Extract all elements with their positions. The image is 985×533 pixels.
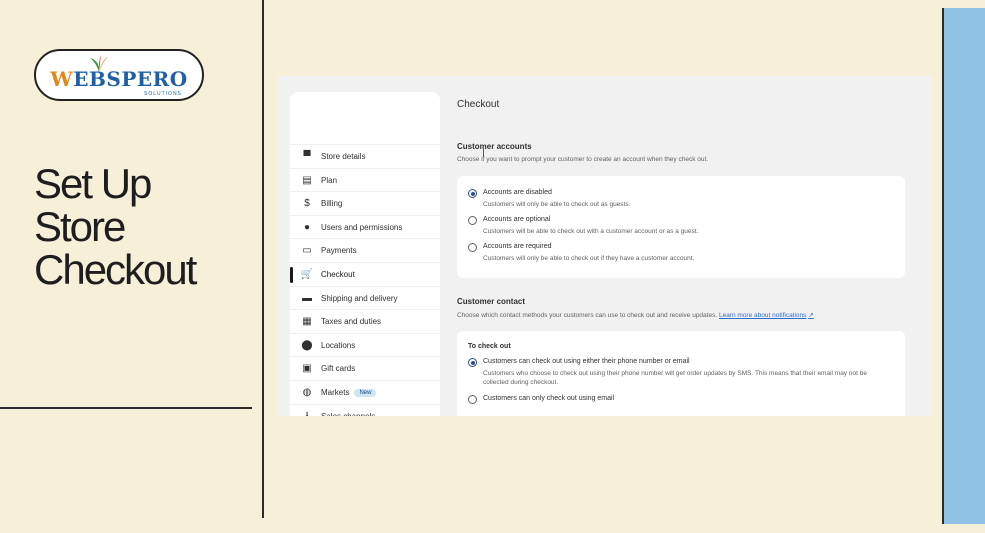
sidebar-item-payments[interactable]: ▭ Payments: [290, 238, 440, 262]
sidebar-item-taxes-and-duties[interactable]: ▦ Taxes and duties: [290, 309, 440, 333]
account-option-required[interactable]: Accounts are required Customers will onl…: [468, 243, 893, 263]
description-text: Choose which contact methods your custom…: [457, 312, 718, 319]
company-logo: WEBSPERO SOLUTIONS: [34, 49, 204, 101]
option-label: Customers can check out using either the…: [483, 358, 690, 365]
sidebar-item-label: Store details: [321, 152, 366, 161]
sidebar-item-store-details[interactable]: ▀ Store details: [290, 144, 440, 168]
account-option-optional[interactable]: Accounts are optional Customers will be …: [468, 216, 893, 236]
sidebar-item-label: Sales channels: [321, 412, 375, 416]
sidebar-item-label: Taxes and duties: [321, 317, 382, 327]
checkout-settings-screenshot: ▀ Store details ▤ Plan $ Billing ● Users and pe…: [277, 76, 932, 416]
option-label: Accounts are optional: [483, 216, 551, 223]
sidebar-item-label: Checkout: [321, 270, 355, 279]
cart-icon: 🛒: [300, 269, 314, 280]
sidebar-item-locations[interactable]: ⬤ Locations: [290, 332, 440, 357]
logo-subtitle: SOLUTIONS: [144, 91, 182, 97]
sidebar-item-shipping-and-delivery[interactable]: ▬ Shipping and delivery: [290, 285, 440, 310]
sidebar-item-label: Markets: [321, 388, 350, 397]
globe-icon: ◍: [302, 387, 312, 398]
contact-option-phone-or-email[interactable]: Customers can check out using either the…: [468, 358, 893, 387]
active-indicator: [290, 267, 293, 283]
truck-icon: ▬: [302, 292, 312, 304]
slide-title: Set Up Store Checkout: [34, 160, 197, 293]
option-help: Customers will only be able to check out…: [483, 201, 631, 208]
sidebar-item-label: Billing: [321, 199, 343, 209]
customer-accounts-heading: Customer accounts: [457, 142, 532, 151]
sidebar-item-billing[interactable]: $ Billing: [290, 191, 440, 215]
customer-contact-card: To check out Customers can check out usi…: [457, 331, 905, 416]
option-label: Accounts are required: [483, 243, 552, 250]
accent-panel: [942, 8, 985, 524]
customer-contact-description: Choose which contact methods your custom…: [457, 311, 814, 319]
gift-icon: ▣: [302, 363, 312, 375]
customer-accounts-card: Accounts are disabled Customers will onl…: [457, 176, 905, 278]
sidebar-item-label: Payments: [321, 246, 357, 256]
contact-option-email-only[interactable]: Customers can only check out using email: [468, 395, 614, 404]
customer-contact-heading: Customer contact: [457, 297, 526, 306]
sidebar-item-markets[interactable]: ◍ Markets New: [290, 380, 440, 404]
text-cursor: [483, 148, 489, 157]
location-icon: ⬤: [301, 339, 313, 351]
leaf-icon: [90, 55, 108, 73]
sidebar-item-label: Users and permissions: [321, 222, 403, 232]
radio-unselected[interactable]: [468, 243, 477, 252]
logo-wordmark: WEBSPERO: [50, 67, 188, 91]
radio-unselected[interactable]: [468, 395, 477, 404]
sidebar-item-sales-channels[interactable]: ⅄ Sales channels: [290, 403, 440, 416]
channels-icon: ⅄: [301, 410, 313, 416]
option-label: Customers can only check out using email: [483, 395, 615, 402]
option-help: Customers who choose to check out using …: [483, 370, 867, 386]
sidebar-item-plan[interactable]: ▤ Plan: [290, 167, 440, 192]
divider-vertical: [262, 0, 264, 518]
radio-unselected[interactable]: [468, 216, 477, 225]
settings-sidebar: ▀ Store details ▤ Plan $ Billing ● Users and pe…: [290, 92, 440, 416]
external-link-icon[interactable]: ↗: [808, 312, 813, 319]
page-title: Checkout: [457, 99, 500, 110]
sidebar-item-label: Plan: [321, 175, 338, 185]
store-icon: ▀: [303, 151, 311, 162]
divider-horizontal: [0, 407, 252, 409]
radio-selected[interactable]: [468, 189, 477, 198]
card-heading: To check out: [468, 343, 511, 350]
sidebar-item-label: Locations: [321, 340, 356, 350]
sidebar-item-label: Shipping and delivery: [321, 293, 398, 303]
notifications-link[interactable]: Learn more about notifications: [719, 312, 806, 319]
billing-icon: $: [304, 198, 310, 210]
user-icon: ●: [303, 221, 311, 233]
option-help: Customers will only be able to check out…: [483, 255, 695, 262]
plan-icon: ▤: [302, 174, 312, 186]
new-badge: New: [354, 388, 377, 397]
option-help: Customers will be able to check out with…: [483, 228, 699, 235]
sidebar-item-gift-cards[interactable]: ▣ Gift cards: [290, 356, 440, 380]
account-option-disabled[interactable]: Accounts are disabled Customers will onl…: [468, 189, 893, 209]
payments-icon: ▭: [302, 245, 312, 257]
sidebar-item-users-and-permissions[interactable]: ● Users and permissions: [290, 214, 440, 239]
sidebar-item-checkout[interactable]: 🛒 Checkout: [290, 262, 440, 286]
option-label: Accounts are disabled: [483, 189, 552, 196]
radio-selected[interactable]: [468, 358, 477, 367]
sidebar-item-label: Gift cards: [321, 364, 356, 374]
tax-icon: ▦: [302, 316, 312, 328]
customer-accounts-description: Choose if you want to prompt your custom…: [457, 156, 709, 163]
